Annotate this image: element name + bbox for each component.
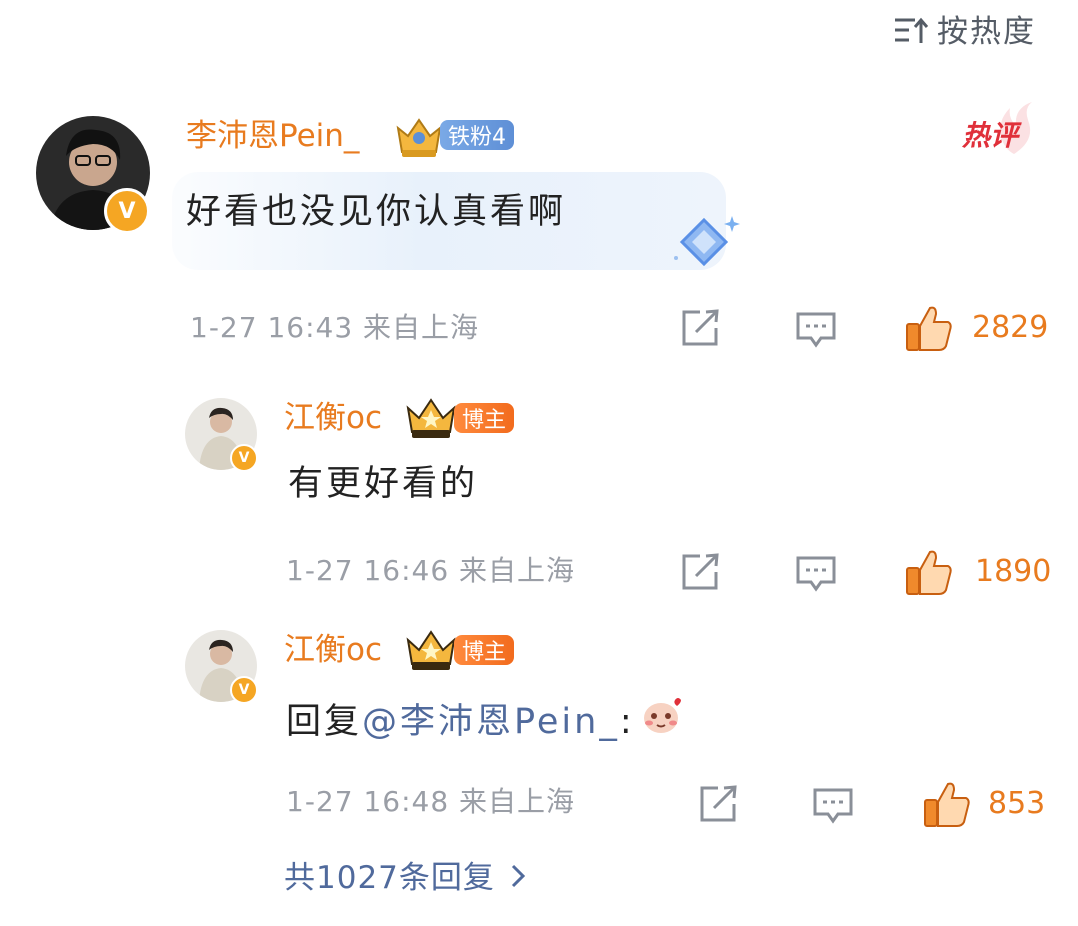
sort-label: 按热度 [937,14,1036,50]
reply-prefix: 回复 [286,701,363,742]
mention-link[interactable]: @李沛恩Pein_ [362,698,620,746]
share-icon [682,309,719,346]
more-replies-label: 共1027条回复 [284,860,495,896]
view-more-replies-link[interactable]: 共1027条回复 [284,856,527,900]
comment-text: 好看也没见你认真看啊 [186,192,567,232]
hot-comment-tag: 热评 [958,100,1038,158]
reply-colon: : [619,701,635,742]
diamond-decoration-icon [668,212,744,274]
reply-username[interactable]: 江衡oc [284,630,382,670]
reply-meta: 1-27 16:46 来自上海 [286,554,576,587]
verified-badge: V [230,676,258,704]
comment-button[interactable] [795,310,837,354]
verified-badge: V [104,188,150,234]
sort-by-hot-button[interactable]: 按热度 [893,10,1036,54]
reply-username[interactable]: 江衡oc [284,398,382,438]
username[interactable]: 李沛恩Pein_ [186,116,359,156]
like-count: 853 [988,786,1046,821]
like-count: 1890 [975,554,1052,589]
like-button[interactable] [904,304,954,356]
sort-icon [893,15,929,49]
share-button[interactable] [680,552,722,596]
verified-v-icon: V [238,682,250,698]
thumbs-up-icon [906,550,952,595]
blogger-badge: 博主 [454,635,515,665]
share-button[interactable] [680,308,722,352]
comment-icon [796,556,836,592]
comment-button[interactable] [795,554,837,598]
hot-comment-label: 热评 [962,119,1019,152]
verified-v-icon: V [238,450,250,466]
reply-meta: 1-27 16:48 来自上海 [286,785,576,818]
verified-badge: V [230,444,258,472]
verified-v-icon: V [118,198,136,224]
reply-text: 有更好看的 [288,464,479,504]
comment-button[interactable] [812,786,854,830]
blogger-badge: 博主 [454,403,515,433]
thumbs-up-icon [906,306,952,351]
chevron-right-icon [509,863,527,893]
comment-meta: 1-27 16:43 来自上海 [190,311,480,344]
fan-crown-icon [392,114,446,160]
share-icon [682,553,719,590]
like-button[interactable] [904,548,954,600]
blogger-badge-label: 博主 [462,408,507,433]
thumbs-up-icon [924,782,970,827]
comment-icon [813,788,853,824]
blogger-crown-icon [404,628,458,672]
blogger-crown-icon [404,396,458,440]
blogger-badge-label: 博主 [462,640,507,665]
like-count: 2829 [972,310,1049,345]
blush-emoji-icon [639,694,683,749]
like-button[interactable] [922,780,972,832]
share-button[interactable] [698,784,740,828]
fan-level-badge: 铁粉4 [440,120,514,150]
reply-text: 回复 @李沛恩Pein_ : [286,694,683,749]
comment-icon [796,312,836,348]
share-icon [700,785,737,822]
fan-level-label: 铁粉4 [448,125,506,150]
